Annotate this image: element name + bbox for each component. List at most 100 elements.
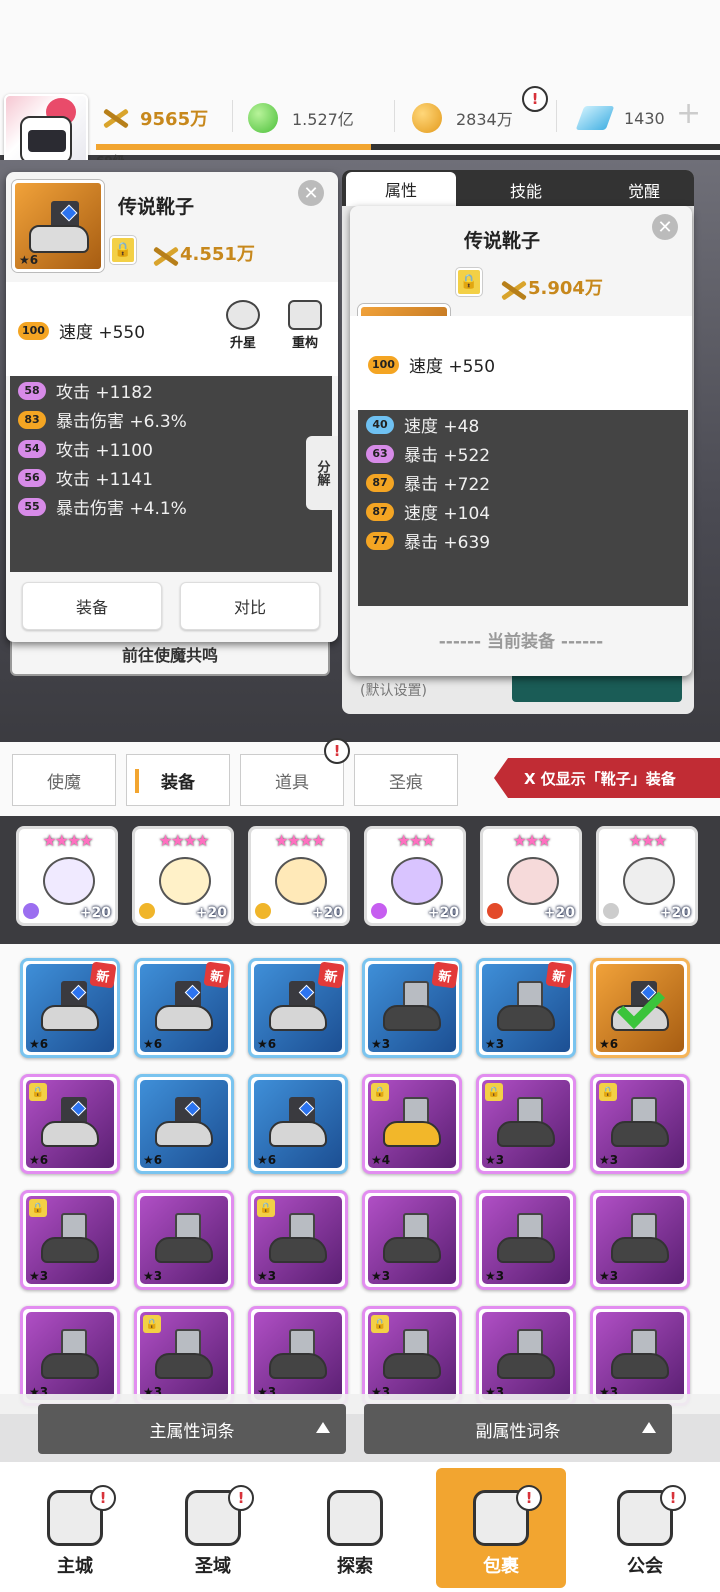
boots-icon (497, 1329, 557, 1385)
equipment-slot[interactable]: ★4 🔒 (362, 1074, 462, 1174)
equipment-slot[interactable]: ★6 新 (134, 958, 234, 1058)
tab-familiar[interactable]: 使魔 (12, 754, 116, 806)
tab-awaken[interactable]: 觉醒 (596, 176, 692, 204)
main-stat-badge: 100 (18, 321, 49, 340)
substat-text: 攻击 +1100 (56, 441, 153, 461)
add-diamond-icon[interactable]: + (676, 96, 712, 136)
equip-button[interactable]: 装备 (22, 582, 162, 630)
nav-item[interactable]: ! 包裹 (436, 1468, 566, 1588)
boots-filter-button[interactable]: X 仅显示「靴子」装备 (494, 758, 720, 798)
close-button-right[interactable]: ✕ (652, 214, 678, 240)
player-avatar[interactable] (4, 94, 88, 168)
nav-icon: ! (47, 1485, 116, 1546)
hero-portrait (43, 857, 95, 905)
equipment-slot[interactable]: ★3 (248, 1306, 348, 1406)
equipment-slot[interactable]: ★3 (590, 1190, 690, 1290)
star-up-label: 升星 (229, 336, 256, 351)
hero-card[interactable]: ★★★★ +20 (132, 826, 234, 926)
nav-item[interactable]: 探索 (290, 1468, 420, 1588)
coin-display[interactable]: 2834万 (412, 101, 513, 135)
lock-icon[interactable]: 🔒 (110, 236, 136, 264)
equipment-slot[interactable]: ★3 🔒 (20, 1190, 120, 1290)
swords-icon (100, 103, 130, 133)
equipment-slot[interactable]: ★3 🔒 (134, 1306, 234, 1406)
equipment-slot[interactable]: ★6 新 (20, 958, 120, 1058)
element-icon (487, 903, 503, 919)
equipment-slot[interactable]: ★6 新 (248, 958, 348, 1058)
equipment-slot[interactable]: ★3 新 (362, 958, 462, 1058)
equipment-slot[interactable]: ★3 新 (476, 958, 576, 1058)
equipment-slot[interactable]: ★6 (590, 958, 690, 1058)
new-badge: 新 (545, 961, 573, 989)
item-power-value-right: 5.904万 (528, 278, 603, 299)
current-equip-label: ------ 当前装备 ------ (438, 631, 604, 652)
substats-list-left: 58 攻击 +1182 83 暴击伤害 +6.3% 54 攻击 +1100 56 攻击 +11… (18, 376, 187, 521)
sub-stat-dropdown[interactable]: 副属性词条 (364, 1404, 672, 1454)
tab-items[interactable]: 道具 (240, 754, 344, 806)
lock-icon: 🔒 (371, 1315, 389, 1333)
item-stars-left: ★6 (19, 253, 39, 267)
hero-card[interactable]: ★★★ +20 (480, 826, 582, 926)
boots-icon (41, 981, 101, 1037)
close-button-left[interactable]: ✕ (298, 180, 324, 206)
item-power-value-left: 4.551万 (180, 244, 255, 265)
hero-card[interactable]: ★★★ +20 (364, 826, 466, 926)
boots-icon (269, 981, 329, 1037)
diamond-icon (575, 106, 615, 130)
slot-stars: ★3 (599, 1269, 619, 1283)
hero-stars: ★★★★ (42, 831, 93, 850)
nav-item[interactable]: ! 主城 (10, 1468, 140, 1588)
hero-card[interactable]: ★★★★ +20 (16, 826, 118, 926)
equipment-slot[interactable]: ★3 🔒 (590, 1074, 690, 1174)
nav-label: 包裹 (483, 1556, 519, 1577)
diamond-display[interactable]: 1430 (575, 101, 665, 135)
main-stat-badge: 100 (368, 355, 399, 374)
boots-icon (611, 1213, 671, 1269)
slot-stars: ★6 (29, 1037, 49, 1051)
decompose-tab[interactable]: 分解 (306, 436, 338, 510)
slot-stars: ★3 (29, 1269, 49, 1283)
substat-text: 速度 +104 (404, 504, 491, 524)
hero-level: +20 (427, 905, 459, 921)
tab-skills[interactable]: 技能 (476, 176, 576, 204)
equipment-slot[interactable]: ★3 (590, 1306, 690, 1406)
slot-stars: ★3 (485, 1037, 505, 1051)
tab-stigmata[interactable]: 圣痕 (354, 754, 458, 806)
green-gem-icon (248, 103, 278, 133)
boots-icon (497, 981, 557, 1037)
tab-equipment[interactable]: 装备 (126, 754, 230, 806)
star-up-button[interactable]: 升星 (226, 300, 260, 351)
main-stat-dropdown[interactable]: 主属性词条 (38, 1404, 346, 1454)
substat-line: 63 暴击 +522 (366, 439, 490, 468)
lock-icon: 🔒 (371, 1083, 389, 1101)
equipment-slot[interactable]: ★3 🔒 (248, 1190, 348, 1290)
green-gem-display[interactable]: 1.527亿 (248, 101, 354, 135)
reforge-button[interactable]: 重构 (288, 300, 322, 351)
tab-attributes[interactable]: 属性 (346, 172, 456, 206)
hero-card[interactable]: ★★★★ +20 (248, 826, 350, 926)
equipment-slot[interactable]: ★6 (248, 1074, 348, 1174)
equipment-slot[interactable]: ★3 (20, 1306, 120, 1406)
equipment-slot[interactable]: ★3 (476, 1306, 576, 1406)
substat-text: 暴击伤害 +4.1% (56, 499, 187, 519)
slot-stars: ★6 (257, 1037, 277, 1051)
equipment-slot[interactable]: ★6 🔒 (20, 1074, 120, 1174)
hero-card[interactable]: ★★★ +20 (596, 826, 698, 926)
nav-item[interactable]: ! 公会 (580, 1468, 710, 1588)
lock-icon[interactable]: 🔒 (456, 268, 482, 296)
substat-badge: 56 (18, 468, 46, 487)
slot-stars: ★3 (485, 1269, 505, 1283)
equipment-slot[interactable]: ★3 (134, 1190, 234, 1290)
equipment-slot[interactable]: ★6 (134, 1074, 234, 1174)
hero-portrait (623, 857, 675, 905)
nav-label: 圣域 (195, 1556, 231, 1577)
item-icon-left: ★6 (12, 180, 104, 272)
equipment-slot[interactable]: ★3 🔒 (476, 1074, 576, 1174)
compare-button[interactable]: 对比 (180, 582, 320, 630)
boots-icon (383, 1097, 443, 1153)
substat-text: 暴击 +722 (404, 475, 491, 495)
equipment-slot[interactable]: ★3 (362, 1190, 462, 1290)
equipment-slot[interactable]: ★3 🔒 (362, 1306, 462, 1406)
nav-item[interactable]: ! 圣域 (148, 1468, 278, 1588)
equipment-slot[interactable]: ★3 (476, 1190, 576, 1290)
